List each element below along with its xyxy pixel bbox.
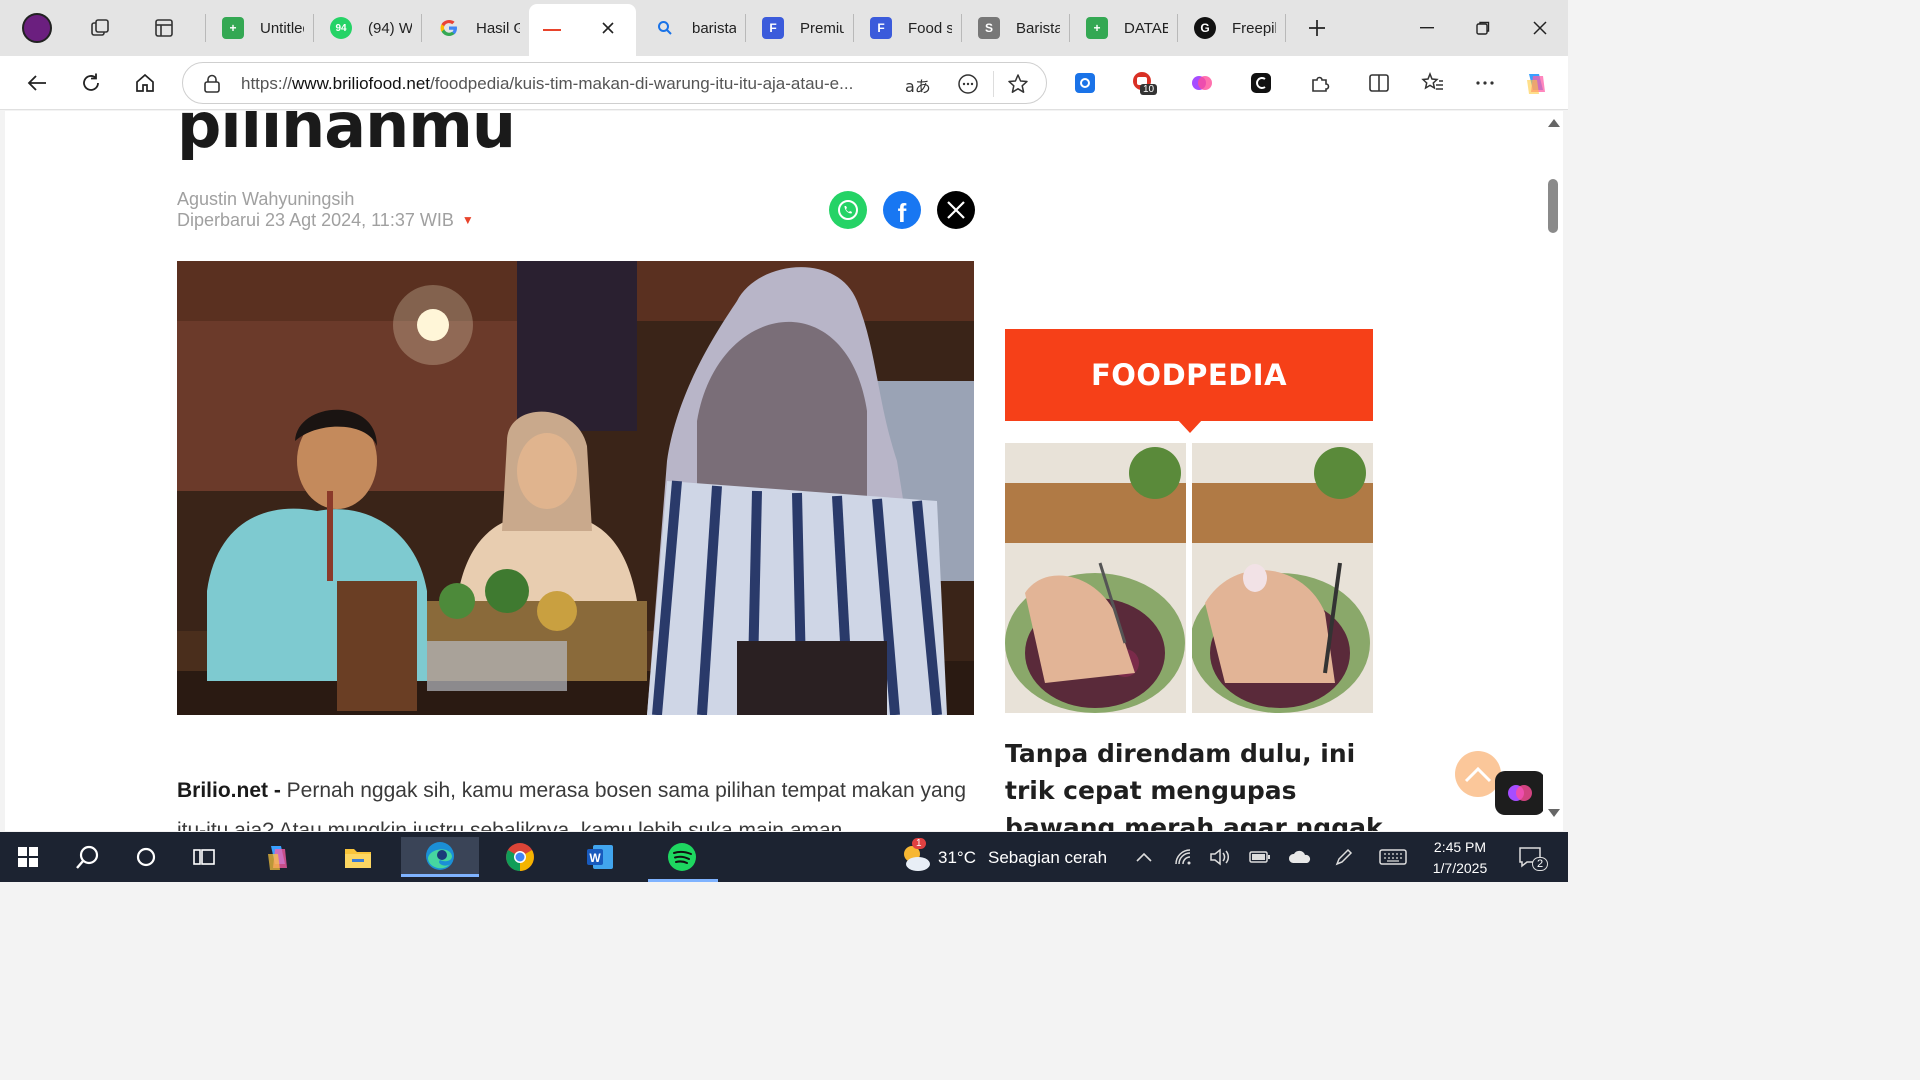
cortana-icon[interactable] (126, 837, 166, 877)
more-options-icon[interactable] (957, 73, 979, 99)
extension-brain-icon[interactable] (1189, 70, 1215, 96)
tab-barista-search[interactable]: barista (640, 4, 744, 52)
whatsapp-share-button[interactable] (829, 191, 867, 229)
tab-database[interactable]: + DATABASE (1072, 4, 1176, 52)
extension-adblock-icon[interactable]: 10 (1130, 70, 1158, 96)
profile-avatar[interactable] (22, 13, 52, 43)
scroll-down-arrow[interactable] (1548, 809, 1560, 817)
page-scrollbar[interactable] (1543, 111, 1563, 831)
new-tab-button[interactable] (1301, 12, 1333, 44)
google-icon (438, 17, 460, 39)
facebook-share-button[interactable]: f (883, 191, 921, 229)
settings-more-icon[interactable] (1472, 70, 1498, 96)
scroll-up-arrow[interactable] (1548, 119, 1560, 127)
extensions-puzzle-icon[interactable] (1307, 70, 1333, 96)
wifi-icon[interactable] (1172, 845, 1196, 869)
weather-sun-cloud-icon: 1 (900, 838, 932, 872)
read-aloud-icon[interactable]: aあ (905, 73, 931, 97)
task-view-icon[interactable] (184, 837, 224, 877)
copilot-sidebar-button[interactable] (1495, 771, 1545, 815)
workspaces-icon[interactable] (84, 12, 116, 44)
chevron-down-icon[interactable]: ▼ (462, 210, 474, 231)
svg-text:W: W (589, 851, 601, 865)
system-clock[interactable]: 2:45 PM 1/7/2025 (1420, 837, 1500, 879)
favorite-star-icon[interactable] (1007, 73, 1029, 99)
brilio-icon (543, 19, 561, 41)
chevron-up-icon[interactable] (1132, 845, 1156, 869)
section-pointer (1177, 419, 1203, 433)
scroll-thumb[interactable] (1548, 179, 1558, 233)
freepik-icon: G (1194, 17, 1216, 39)
vertical-tabs-icon[interactable] (148, 12, 180, 44)
pen-icon[interactable] (1332, 845, 1356, 869)
tab-freepik[interactable]: G Freepik (1180, 4, 1284, 52)
close-window-button[interactable] (1520, 10, 1560, 46)
whatsapp-icon: 94 (330, 17, 352, 39)
scribd-icon: S (978, 17, 1000, 39)
article-headline: pilihanmu (177, 111, 516, 162)
url-text[interactable]: https://www.briliofood.net/foodpedia/kui… (241, 74, 891, 94)
foodpedia-card-image[interactable] (1005, 443, 1373, 713)
tab-premium[interactable]: F Premium (748, 4, 852, 52)
extension-freepik-icon[interactable] (1248, 70, 1274, 96)
article-hero-image (177, 261, 974, 715)
extension-gear-icon[interactable] (1072, 70, 1098, 96)
windows-taskbar: W 1 31°C Sebagian cerah 2:45 PM 1/7/2025 (0, 832, 1568, 882)
author-name[interactable]: Agustin Wahyuningsih (177, 189, 474, 210)
favorites-icon[interactable] (1420, 70, 1446, 96)
back-button[interactable] (20, 66, 54, 100)
address-bar[interactable]: https://www.briliofood.net/foodpedia/kui… (182, 62, 1047, 104)
edge-taskbar-icon[interactable] (401, 837, 479, 877)
spotify-icon[interactable] (662, 837, 702, 877)
minimize-button[interactable] (1407, 10, 1447, 46)
tab-food[interactable]: F Food s (856, 4, 960, 52)
article-lead-paragraph: Brilio.net - Pernah nggak sih, kamu mera… (177, 779, 967, 831)
search-icon[interactable] (68, 837, 108, 877)
tab-barista-scribd[interactable]: S Barista (964, 4, 1068, 52)
foodpedia-section-header[interactable]: FOODPEDIA (1005, 329, 1373, 421)
copilot-icon[interactable] (1523, 70, 1549, 96)
volume-icon[interactable] (1208, 845, 1232, 869)
lock-icon[interactable] (203, 74, 221, 98)
notification-center-icon[interactable]: 2 (1516, 845, 1549, 871)
sheets-icon: + (222, 17, 244, 39)
chrome-icon[interactable] (500, 837, 540, 877)
home-button[interactable] (128, 66, 162, 100)
browser-toolbar: https://www.briliofood.net/foodpedia/kui… (0, 56, 1568, 110)
browser-tab-bar: + Untitled 94 (94) WhatsApp Hasil Google… (0, 0, 1568, 56)
tab-whatsapp[interactable]: 94 (94) WhatsApp (316, 4, 420, 52)
split-screen-icon[interactable] (1366, 70, 1392, 96)
search-icon (654, 17, 676, 39)
weather-widget[interactable]: 1 31°C Sebagian cerah (900, 838, 1107, 872)
article-meta: Agustin Wahyuningsih Diperbarui 23 Agt 2… (177, 189, 474, 231)
forms-icon: F (870, 17, 892, 39)
word-icon[interactable]: W (580, 837, 620, 877)
onedrive-icon[interactable] (1288, 845, 1312, 869)
tab-untitled[interactable]: + Untitled (208, 4, 312, 52)
restore-button[interactable] (1463, 10, 1503, 46)
foodpedia-card-title[interactable]: Tanpa direndam dulu, ini trik cepat meng… (1005, 735, 1385, 831)
close-tab-icon[interactable] (597, 17, 619, 39)
tab-google[interactable]: Hasil Google (424, 4, 528, 52)
file-explorer-icon[interactable] (338, 837, 378, 877)
refresh-button[interactable] (74, 66, 108, 100)
copilot-app-icon[interactable] (258, 837, 298, 877)
x-share-button[interactable] (937, 191, 975, 229)
sheets-icon: + (1086, 17, 1108, 39)
lead-brand: Brilio.net - (177, 779, 281, 802)
tab-briliofood-active[interactable] (529, 4, 636, 56)
updated-date: Diperbarui 23 Agt 2024, 11:37 WIB (177, 210, 454, 230)
windows-start-icon[interactable] (8, 837, 48, 877)
battery-icon[interactable] (1248, 845, 1272, 869)
forms-icon: F (762, 17, 784, 39)
keyboard-icon[interactable] (1378, 845, 1408, 869)
web-page: pilihanmu Agustin Wahyuningsih Diperbaru… (5, 111, 1563, 831)
